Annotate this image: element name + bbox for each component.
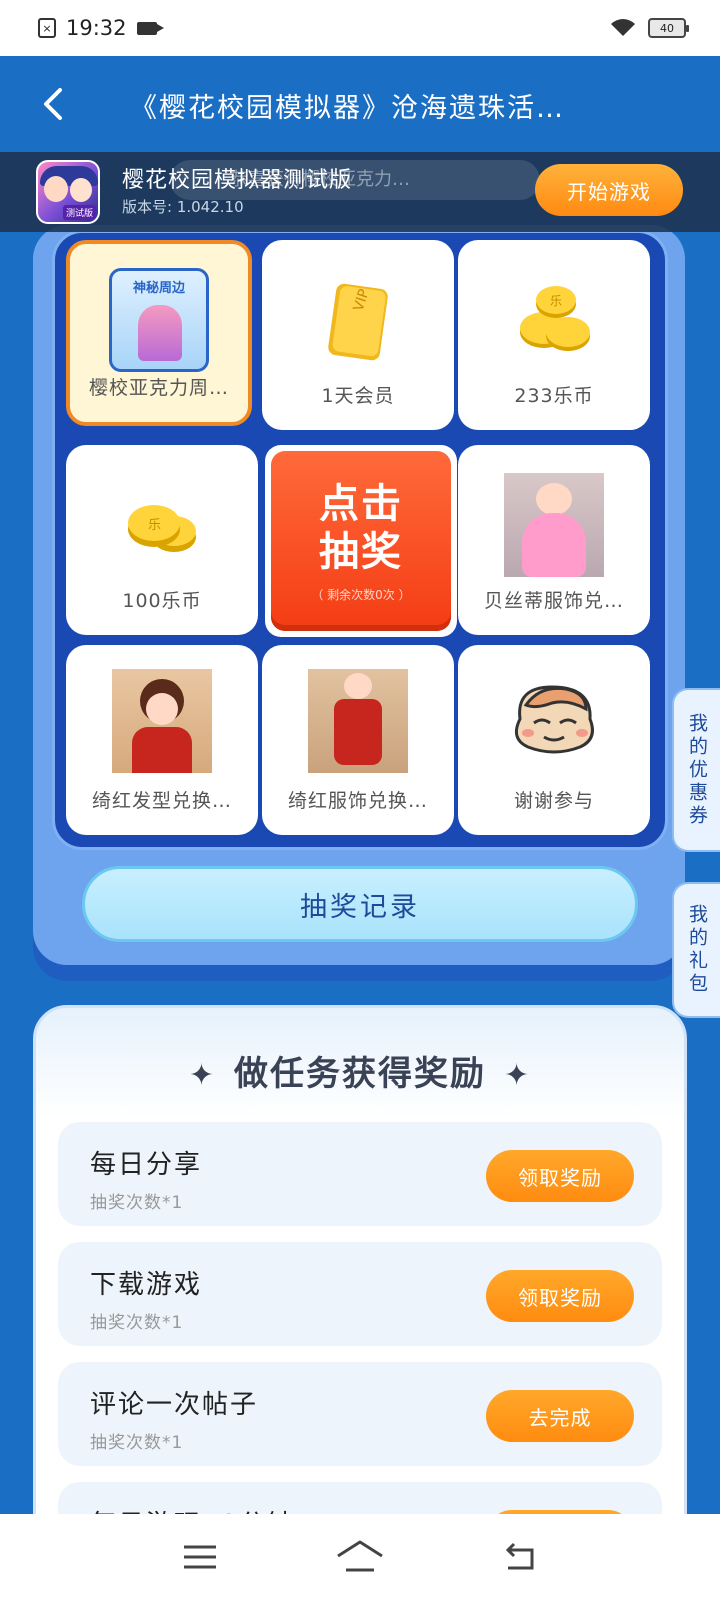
status-time: 19:32 — [66, 16, 127, 40]
draw-line-1: 点击 — [319, 480, 403, 527]
game-name: 樱花校园模拟器测试版 — [122, 168, 353, 193]
character-dress — [522, 513, 586, 577]
coin-stack-icon: 乐 — [128, 505, 196, 552]
figure-shape — [138, 305, 182, 361]
hairstyle-red-icon — [112, 669, 212, 773]
system-nav-bar — [0, 1514, 720, 1600]
menu-nav-button[interactable] — [176, 1533, 224, 1581]
prize-cell-acrylic: 神秘周边 樱校亚克力周… — [66, 240, 252, 426]
prize-label: 樱校亚克力周… — [88, 377, 229, 399]
game-version: 版本号: 1.042.10 — [122, 198, 244, 216]
coin-stack-icon: 乐 — [520, 286, 590, 351]
task-name: 评论一次帖子 — [90, 1390, 259, 1420]
prize-cell-coins-233: 乐 233乐币 — [458, 240, 650, 430]
home-icon — [337, 1540, 383, 1572]
prize-cell-outfit-pink: 贝丝蒂服饰兑… — [458, 445, 650, 635]
icon-face — [44, 176, 68, 202]
app-header: 《樱花校园模拟器》沧海遗珠活… — [0, 56, 720, 152]
task-name: 每日分享 — [90, 1150, 203, 1180]
task-reward: 抽奖次数*1 — [90, 1193, 184, 1213]
go-complete-button[interactable]: 去完成 — [486, 1390, 634, 1442]
task-item: 评论一次帖子 抽奖次数*1 去完成 — [58, 1362, 662, 1466]
character-outfit — [132, 727, 192, 773]
prize-cell-outfit-red: 绮红服饰兑换… — [262, 645, 454, 835]
task-reward: 抽奖次数*1 — [90, 1433, 184, 1453]
home-nav-button[interactable] — [336, 1533, 384, 1581]
claim-reward-button[interactable]: 领取奖励 — [486, 1270, 634, 1322]
battery-icon: 40 — [648, 18, 689, 38]
my-coupons-label: 我的优惠券 — [686, 712, 708, 828]
prize-label: 1天会员 — [321, 385, 395, 407]
task-card: ✦ 做任务获得奖励 ✦ 每日分享 抽奖次数*1 领取奖励 下载游戏 抽奖次数*1 领… — [33, 1005, 687, 1600]
prize-label: 绮红服饰兑换… — [287, 790, 428, 812]
notification-icon: × — [38, 18, 56, 38]
prize-badge: 神秘周边 — [132, 281, 185, 296]
prize-cell-hairstyle: 绮红发型兑换… — [66, 645, 258, 835]
prize-label: 谢谢参与 — [513, 790, 594, 812]
claim-reward-button[interactable]: 领取奖励 — [486, 1150, 634, 1202]
prize-label: 贝丝蒂服饰兑… — [483, 590, 624, 612]
start-game-button[interactable]: 开始游戏 — [535, 164, 683, 216]
icon-tag: 测试版 — [62, 205, 96, 220]
video-record-icon — [136, 21, 164, 35]
status-bar: × 19:32 40 — [0, 0, 720, 56]
my-gifts-label: 我的礼包 — [686, 904, 708, 996]
thanks-face-icon — [514, 685, 594, 754]
back-arrow-icon[interactable] — [36, 86, 72, 122]
my-gifts-tab[interactable]: 我的礼包 — [672, 882, 720, 1018]
back-nav-button[interactable] — [496, 1533, 544, 1581]
vip-card-icon: VIP — [328, 283, 388, 361]
prize-label: 233乐币 — [514, 385, 594, 407]
wifi-icon — [611, 19, 635, 36]
task-name: 下载游戏 — [90, 1270, 203, 1300]
prize-cell-vip: VIP 1天会员 — [262, 240, 454, 430]
draw-button[interactable]: 点击 抽奖 （ 剩余次数0次 ） — [265, 445, 457, 637]
sparkle-icon: ✦ — [188, 1058, 216, 1093]
icon-face — [70, 178, 92, 202]
my-coupons-tab[interactable]: 我的优惠券 — [672, 688, 720, 852]
prize-cell-coins-100: 乐 100乐币 — [66, 445, 258, 635]
character-head — [146, 693, 178, 725]
character-head — [344, 673, 372, 699]
sparkle-icon: ✦ — [504, 1058, 532, 1093]
page-title: 《樱花校园模拟器》沧海遗珠活… — [130, 93, 565, 124]
lottery-record-button[interactable]: 抽奖记录 — [82, 866, 638, 942]
outfit-red-icon — [308, 669, 408, 773]
svg-text:乐: 乐 — [148, 518, 161, 533]
draw-line-2: 抽奖 — [319, 528, 403, 575]
task-reward: 抽奖次数*1 — [90, 1313, 184, 1333]
draw-remaining: （ 剩余次数0次 ） — [311, 587, 411, 602]
menu-icon — [184, 1545, 216, 1569]
game-banner: 测试版 恭喜获得樱校亚克力… 樱花校园模拟器测试版 版本号: 1.042.10 … — [0, 152, 720, 232]
task-item: 下载游戏 抽奖次数*1 领取奖励 — [58, 1242, 662, 1346]
task-section-title: ✦ 做任务获得奖励 ✦ — [36, 1046, 684, 1095]
outfit-pink-icon — [504, 473, 604, 577]
character-head — [536, 483, 572, 515]
character-outfit — [334, 699, 382, 765]
task-title-text: 做任务获得奖励 — [234, 1054, 486, 1094]
draw-button-face[interactable]: 点击 抽奖 （ 剩余次数0次 ） — [271, 451, 451, 631]
acrylic-merch-icon: 神秘周边 — [109, 268, 209, 372]
svg-text:乐: 乐 — [550, 294, 562, 308]
task-item: 每日分享 抽奖次数*1 领取奖励 — [58, 1122, 662, 1226]
prize-label: 绮红发型兑换… — [91, 790, 232, 812]
back-icon — [505, 1542, 534, 1570]
prize-label: 100乐币 — [122, 590, 202, 612]
prize-cell-thanks: 谢谢参与 — [458, 645, 650, 835]
game-app-icon[interactable]: 测试版 — [36, 160, 100, 224]
battery-level: 40 — [660, 21, 674, 35]
